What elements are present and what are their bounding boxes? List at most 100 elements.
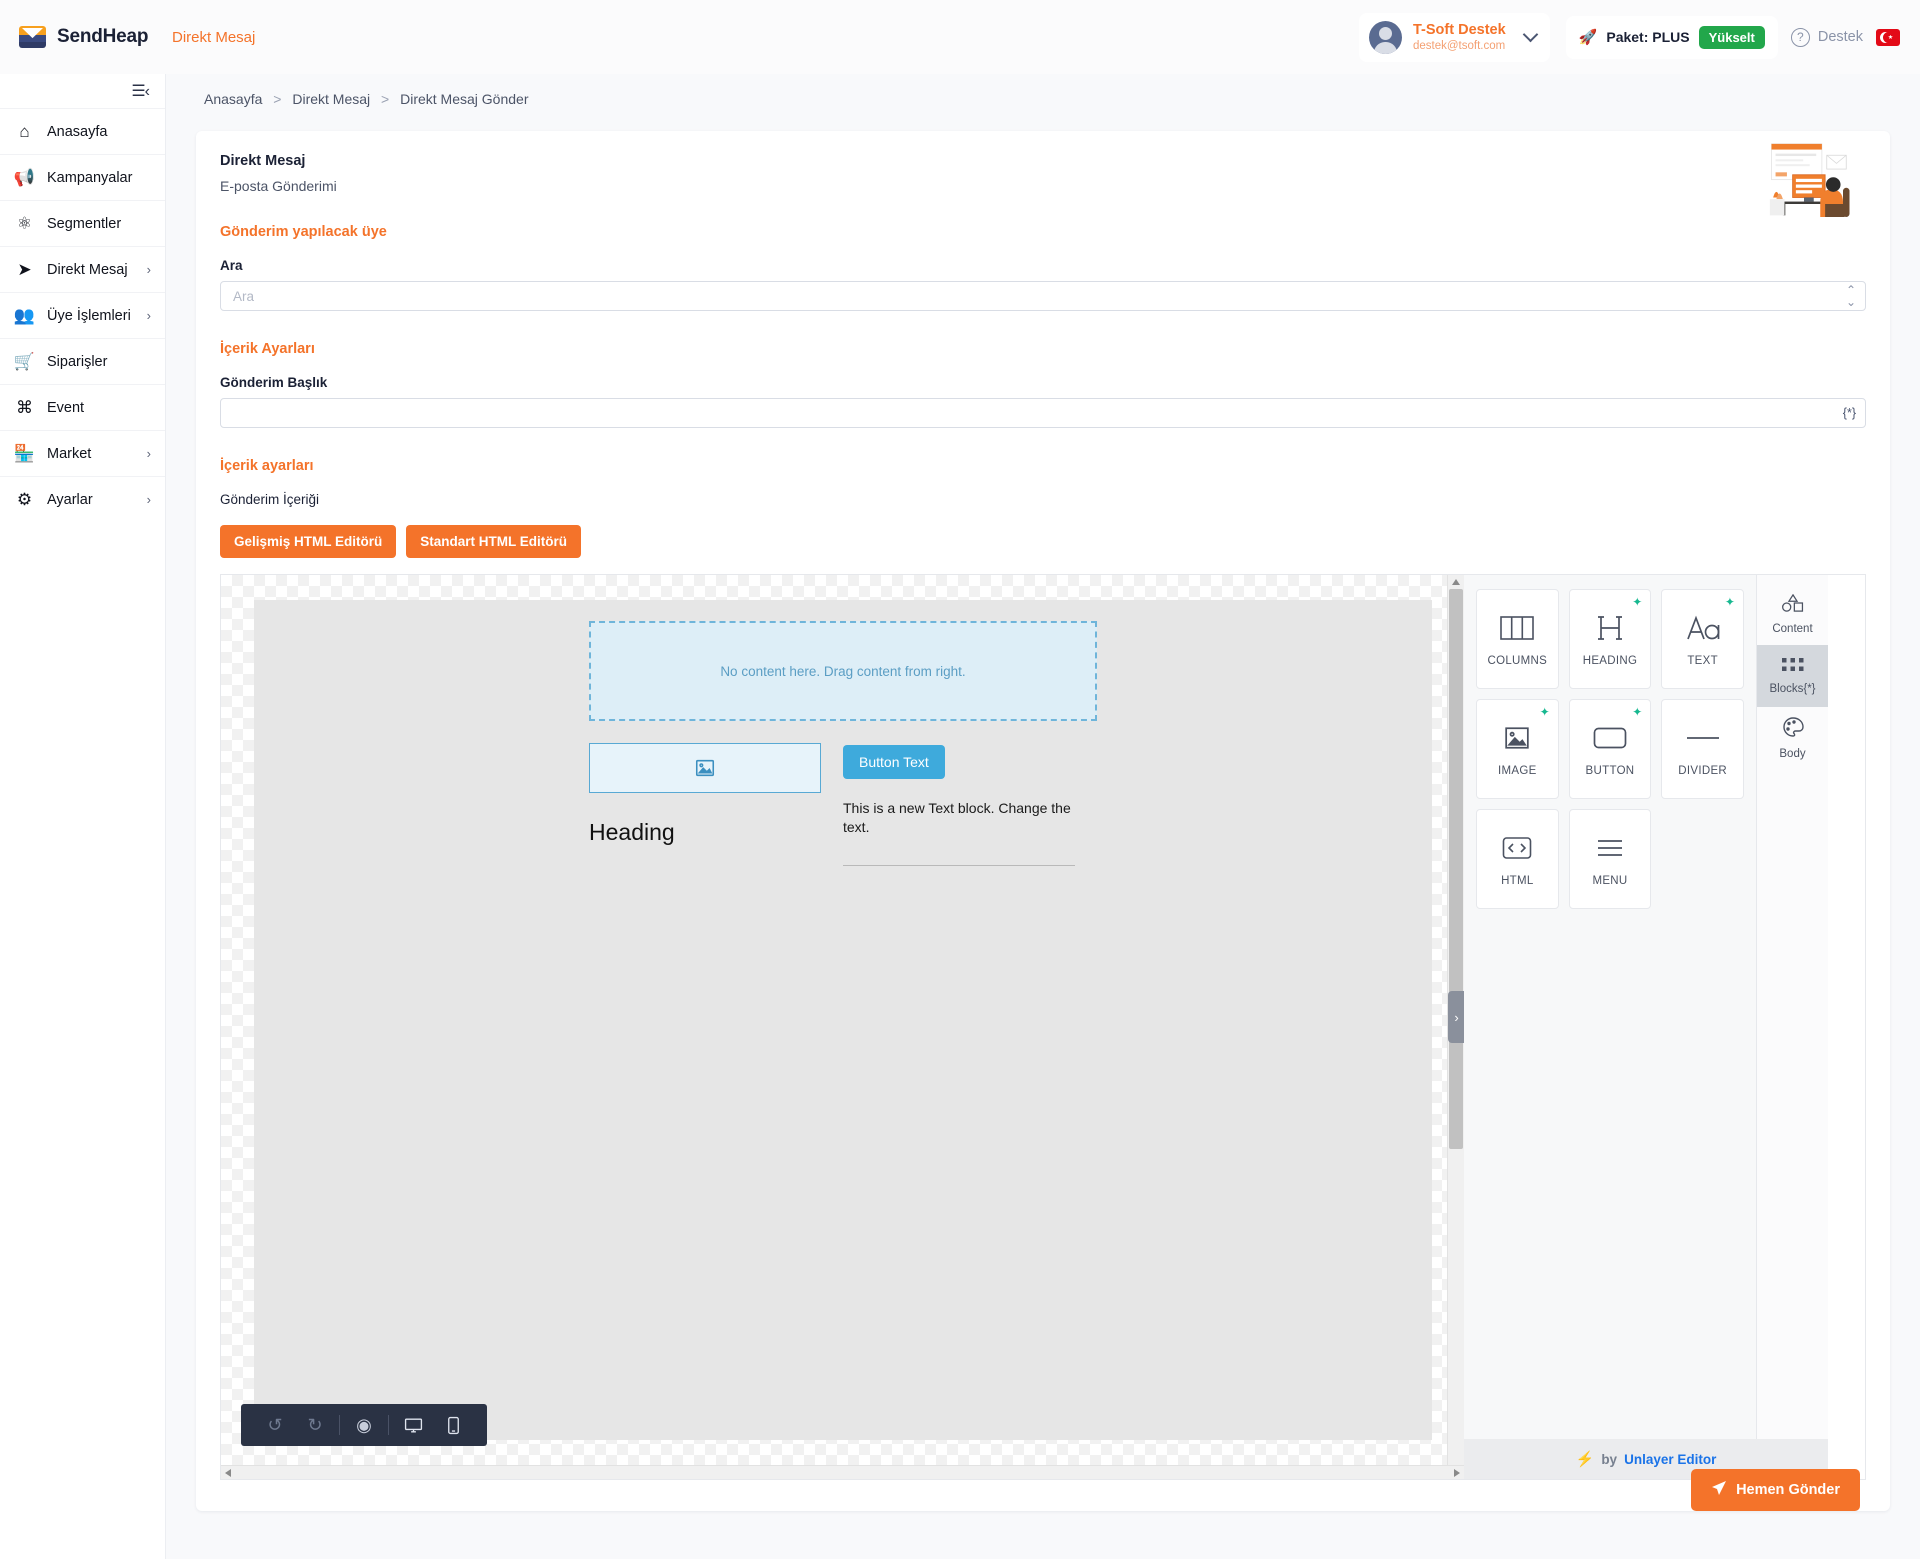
image-placeholder-icon — [695, 759, 715, 777]
tile-label: HTML — [1501, 875, 1534, 887]
standard-html-editor-button[interactable]: Standart HTML Editörü — [406, 525, 582, 558]
tile-divider[interactable]: DIVIDER — [1661, 699, 1744, 799]
support-label: Destek — [1817, 29, 1863, 45]
mobile-view-icon[interactable] — [433, 1404, 473, 1446]
editor-right-panel: COLUMNS ✦ HEADING ✦ TEXT ✦ IMAGE ✦ BUTTO… — [1464, 575, 1828, 1479]
support-link[interactable]: ? Destek — [1778, 18, 1876, 57]
undo-icon[interactable]: ↺ — [255, 1404, 295, 1446]
panel-collapse-handle[interactable]: › — [1448, 991, 1464, 1043]
search-input[interactable] — [220, 281, 1866, 311]
sidebar-item-label: Üye İşlemleri — [47, 307, 131, 324]
paper-plane-icon: ➤ — [17, 259, 32, 279]
email-body-canvas[interactable]: No content here. Drag content from right… — [254, 600, 1432, 1440]
unlayer-editor-link[interactable]: Unlayer Editor — [1624, 1452, 1716, 1467]
tile-label: BUTTON — [1585, 765, 1635, 777]
editor-panel-tabs: Content Blocks{*} Body — [1756, 575, 1828, 1479]
sidebar-item-market[interactable]: 🏪 Market › — [0, 430, 165, 476]
blocks-grid-icon — [1781, 657, 1804, 677]
text-block[interactable]: This is a new Text block. Change the tex… — [843, 799, 1075, 837]
section-content-settings-title-2: İçerik ayarları — [220, 458, 314, 474]
users-icon: 👥 — [13, 305, 36, 325]
turkey-flag-icon[interactable] — [1876, 28, 1900, 46]
scroll-right-arrow-icon[interactable] — [1454, 1469, 1460, 1477]
body-field-label: Gönderim İçeriği — [220, 492, 320, 507]
content-tiles-grid: COLUMNS ✦ HEADING ✦ TEXT ✦ IMAGE ✦ BUTTO… — [1476, 589, 1744, 909]
sidebar-item-siparisler[interactable]: 🛒 Siparişler — [0, 338, 165, 384]
tile-text[interactable]: ✦ TEXT — [1661, 589, 1744, 689]
tab-content[interactable]: Content — [1757, 583, 1828, 645]
heading-block[interactable]: Heading — [589, 819, 821, 846]
tab-blocks[interactable]: Blocks{*} — [1757, 645, 1828, 707]
sidebar-item-event[interactable]: ⌘ Event — [0, 384, 165, 430]
image-icon — [1502, 721, 1532, 755]
send-now-label: Hemen Gönder — [1736, 1482, 1840, 1498]
editor-canvas[interactable]: No content here. Drag content from right… — [221, 575, 1464, 1479]
page-title: Direkt Mesaj — [220, 153, 306, 169]
scroll-left-arrow-icon[interactable] — [225, 1469, 231, 1477]
upgrade-button[interactable]: Yükselt — [1698, 25, 1765, 49]
button-block[interactable]: Button Text — [843, 745, 945, 779]
scrollbar-thumb[interactable] — [1449, 589, 1463, 1149]
sidebar-item-ayarlar[interactable]: ⚙ Ayarlar › — [0, 476, 165, 522]
sidebar-item-anasayfa[interactable]: ⌂ Anasayfa — [0, 108, 165, 154]
tab-label: Content — [1772, 622, 1813, 635]
empty-dropzone[interactable]: No content here. Drag content from right… — [589, 621, 1097, 721]
topbar-nav-link[interactable]: Direkt Mesaj — [172, 29, 255, 46]
tile-heading[interactable]: ✦ HEADING — [1568, 589, 1652, 689]
divider-icon — [1686, 721, 1720, 755]
tab-body[interactable]: Body — [1757, 707, 1828, 769]
divider-block[interactable] — [843, 864, 1075, 866]
shapes-icon — [1781, 593, 1805, 617]
sidebar-item-kampanyalar[interactable]: 📢 Kampanyalar — [0, 154, 165, 200]
top-bar-right: T-Soft Destek destek@tsoft.com 🚀 Paket: … — [1359, 12, 1920, 62]
brand[interactable]: SendHeap — [0, 26, 166, 48]
tile-image[interactable]: ✦ IMAGE — [1476, 699, 1559, 799]
toolbar-divider — [339, 1415, 340, 1435]
text-aa-icon — [1686, 611, 1720, 645]
sidebar-collapse-button[interactable]: ☰‹ — [0, 74, 165, 108]
tile-label: MENU — [1592, 875, 1628, 887]
send-action-row: Hemen Gönder — [1691, 1469, 1860, 1511]
section-recipient-title: Gönderim yapılacak üye — [220, 224, 387, 240]
sidebar-item-label: Kampanyalar — [47, 169, 133, 186]
preview-eye-icon[interactable]: ◉ — [344, 1404, 384, 1446]
search-field-label: Ara — [220, 258, 243, 273]
canvas-horizontal-scrollbar[interactable] — [221, 1465, 1464, 1479]
tile-button[interactable]: ✦ BUTTON — [1568, 699, 1652, 799]
collapse-menu-icon: ☰‹ — [131, 83, 150, 100]
sidebar-item-label: Event — [47, 399, 85, 416]
heading-h-icon — [1597, 611, 1623, 645]
ai-sparkle-icon: ✦ — [1724, 595, 1735, 609]
scroll-up-arrow-icon[interactable] — [1452, 579, 1460, 585]
sidebar-item-segmentler[interactable]: ⚛ Segmentler — [0, 200, 165, 246]
sidebar-item-direkt-mesaj[interactable]: ➤ Direkt Mesaj › — [0, 246, 165, 292]
dropzone-label: No content here. Drag content from right… — [720, 663, 966, 679]
chevron-right-icon: › — [146, 308, 151, 323]
package-label: Paket: PLUS — [1606, 29, 1690, 45]
envelope-logo-icon — [19, 26, 46, 48]
direct-message-card: Direkt Mesaj E-posta Gönderimi Gönderim … — [196, 131, 1890, 1511]
tile-columns[interactable]: COLUMNS — [1476, 589, 1559, 689]
merge-tag-icon[interactable]: {*} — [1843, 407, 1856, 420]
breadcrumb-item-direkt-mesaj[interactable]: Direkt Mesaj — [292, 91, 370, 107]
send-now-button[interactable]: Hemen Gönder — [1691, 1469, 1860, 1511]
desktop-view-icon[interactable] — [393, 1404, 433, 1446]
subject-input[interactable] — [220, 398, 1866, 428]
tile-menu[interactable]: MENU — [1568, 809, 1652, 909]
sidebar-item-uye-islemleri[interactable]: 👥 Üye İşlemleri › — [0, 292, 165, 338]
chevron-updown-icon[interactable]: ⌃ ⌄ — [1846, 284, 1856, 308]
breadcrumb-item-home[interactable]: Anasayfa — [204, 91, 262, 107]
paper-plane-icon — [1711, 1480, 1727, 1500]
advanced-html-editor-button[interactable]: Gelişmiş HTML Editörü — [220, 525, 397, 558]
sidebar-item-label: Market — [47, 445, 92, 462]
question-circle-icon: ? — [1790, 27, 1810, 47]
tile-label: TEXT — [1687, 655, 1718, 667]
toolbar-divider — [388, 1415, 389, 1435]
user-menu[interactable]: T-Soft Destek destek@tsoft.com — [1359, 12, 1550, 62]
tile-html[interactable]: HTML — [1476, 809, 1559, 909]
redo-icon[interactable]: ↻ — [295, 1404, 335, 1446]
tile-label: IMAGE — [1498, 765, 1537, 777]
code-icon — [1502, 831, 1532, 865]
command-icon: ⌘ — [16, 397, 33, 417]
image-block-placeholder[interactable] — [589, 743, 821, 793]
